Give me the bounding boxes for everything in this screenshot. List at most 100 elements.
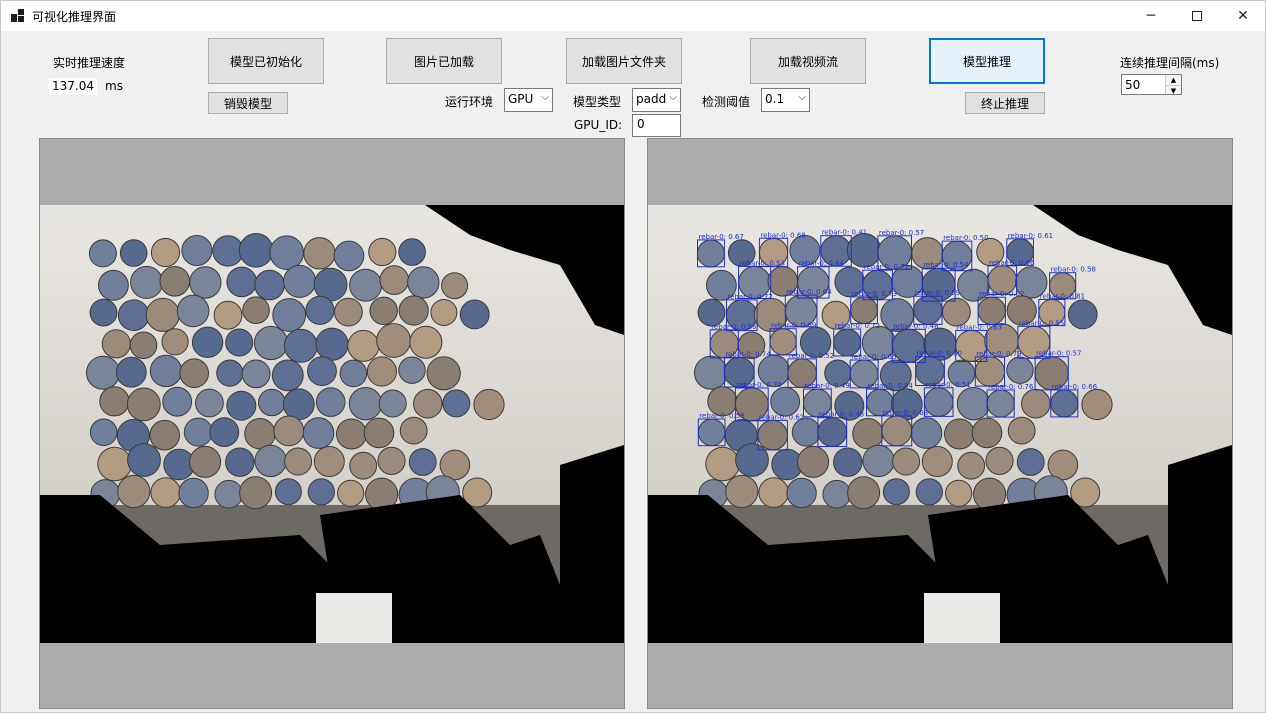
rebar-end bbox=[923, 387, 954, 417]
detection-label: rebar-0: 0.53 bbox=[740, 259, 785, 267]
detection-label: rebar-0: 0.55 bbox=[1019, 319, 1064, 327]
threshold-select[interactable]: 0.1 ⌵ bbox=[761, 88, 810, 112]
interval-spinner[interactable]: 50 ▲ ▼ bbox=[1121, 74, 1182, 95]
title-bar: 可视化推理界面 ─ ✕ bbox=[1, 1, 1265, 31]
result-image: rebar-0: 0.67 rebar-0: 0.68 rebar-0: 0.41 r… bbox=[648, 205, 1232, 643]
rebar-end bbox=[315, 327, 349, 361]
env-label: 运行环境 bbox=[445, 95, 494, 109]
interval-value: 50 bbox=[1125, 78, 1141, 92]
rebar-end bbox=[273, 415, 305, 447]
detection-label: rebar-0: 0.77 bbox=[727, 293, 772, 301]
rebar-end bbox=[697, 418, 726, 447]
rebar-end bbox=[957, 451, 986, 480]
maximize-button[interactable] bbox=[1174, 1, 1220, 31]
detection-label: rebar-0: 0.45 bbox=[819, 411, 864, 419]
gpu-id-input[interactable]: 0 bbox=[632, 114, 681, 137]
rebar-end bbox=[303, 237, 336, 270]
rebar-end bbox=[99, 386, 130, 417]
rebar-end bbox=[117, 474, 151, 509]
rebar-end bbox=[942, 297, 971, 327]
rebar-end bbox=[336, 418, 367, 450]
rebar-end bbox=[191, 326, 224, 359]
init-model-button[interactable]: 模型已初始化 bbox=[208, 38, 324, 84]
detection-label: rebar-0: 0.68 bbox=[883, 409, 928, 417]
rebar-end bbox=[846, 233, 882, 268]
rebar-end bbox=[313, 446, 345, 477]
destroy-model-button[interactable]: 销毁模型 bbox=[208, 92, 288, 114]
detection-label: rebar-0: 0.65 bbox=[851, 353, 896, 361]
rebar-end bbox=[852, 418, 884, 450]
detection-label: rebar-0: 0.50 bbox=[943, 234, 988, 242]
rebar-end bbox=[88, 239, 117, 268]
rebar-end bbox=[725, 474, 759, 509]
rebar-end bbox=[89, 298, 118, 327]
rebar-end bbox=[89, 418, 118, 447]
rebar-end bbox=[178, 477, 209, 509]
rebar-end bbox=[214, 479, 243, 509]
rebar-end bbox=[398, 238, 426, 266]
rebar-end bbox=[1006, 356, 1034, 384]
rebar-end bbox=[847, 476, 881, 510]
detection-label: rebar-0: 0.62 bbox=[979, 290, 1024, 298]
rebar-end bbox=[945, 479, 973, 507]
rebar-end bbox=[307, 356, 337, 387]
minimize-button[interactable]: ─ bbox=[1128, 1, 1174, 31]
model-type-select[interactable]: padd ⌵ bbox=[632, 88, 681, 112]
rebar-end bbox=[862, 444, 895, 478]
speed-value: 137.04 bbox=[49, 78, 97, 95]
rebar-end bbox=[284, 447, 313, 476]
spin-up-icon[interactable]: ▲ bbox=[1166, 75, 1181, 85]
rebar-end bbox=[696, 239, 725, 268]
rebar-end bbox=[850, 296, 878, 324]
rebar-end bbox=[337, 479, 365, 507]
rebar-end bbox=[195, 388, 224, 418]
rebar-end bbox=[797, 445, 830, 478]
rebar-end bbox=[398, 295, 429, 326]
model-type-value: padd bbox=[636, 92, 667, 106]
rebar-end bbox=[363, 417, 395, 449]
image-loaded-button[interactable]: 图片已加载 bbox=[386, 38, 502, 84]
detection-label: rebar-0: 0.51 bbox=[925, 381, 970, 389]
rebar-end bbox=[226, 266, 257, 298]
load-folder-button[interactable]: 加载图片文件夹 bbox=[566, 38, 682, 84]
rebar-end bbox=[101, 329, 131, 359]
stop-infer-button[interactable]: 终止推理 bbox=[965, 92, 1045, 114]
rebar-end bbox=[302, 417, 335, 449]
result-image-panel: rebar-0: 0.67 rebar-0: 0.68 rebar-0: 0.41 r… bbox=[647, 138, 1233, 709]
rebar-end bbox=[376, 323, 412, 358]
interval-label: 连续推理间隔(ms) bbox=[1120, 56, 1220, 70]
detection-label: rebar-0: 0.76 bbox=[988, 383, 1034, 391]
rebar-end bbox=[307, 478, 335, 506]
rebar-end bbox=[1016, 448, 1045, 476]
rebar-end bbox=[398, 356, 426, 384]
rebar-end bbox=[378, 389, 407, 418]
env-select[interactable]: GPU ⌵ bbox=[504, 88, 553, 112]
rebar-end bbox=[833, 328, 862, 357]
load-video-button[interactable]: 加载视频流 bbox=[750, 38, 866, 84]
detection-label: rebar-0: 0.63 bbox=[957, 323, 1002, 331]
rebar-end bbox=[786, 477, 817, 509]
infer-button[interactable]: 模型推理 bbox=[929, 38, 1045, 84]
rebar-end bbox=[413, 388, 443, 419]
spin-down-icon[interactable]: ▼ bbox=[1166, 84, 1181, 95]
rebar-end bbox=[881, 415, 913, 447]
threshold-value: 0.1 bbox=[765, 92, 785, 106]
rebar-end bbox=[254, 444, 287, 478]
rebar-end bbox=[239, 476, 273, 510]
label-tag bbox=[316, 593, 392, 643]
close-button[interactable]: ✕ bbox=[1220, 1, 1266, 31]
rebar-end bbox=[145, 297, 180, 332]
detection-label: rebar-0: 0.49 bbox=[805, 382, 850, 390]
detection-label: rebar-0: 0.52 bbox=[789, 352, 834, 360]
rebar-end bbox=[226, 390, 257, 421]
rebar-end bbox=[183, 417, 213, 447]
rebar-end bbox=[347, 329, 380, 362]
rebar-end bbox=[369, 296, 398, 326]
rebar-end bbox=[913, 295, 943, 325]
rebar-end bbox=[242, 296, 270, 324]
rebar-end bbox=[473, 388, 505, 421]
rebar-end bbox=[98, 269, 129, 301]
rebar-end bbox=[272, 298, 307, 332]
rebar-end bbox=[977, 296, 1006, 326]
detection-label: rebar-0: 0.73 bbox=[852, 290, 897, 298]
